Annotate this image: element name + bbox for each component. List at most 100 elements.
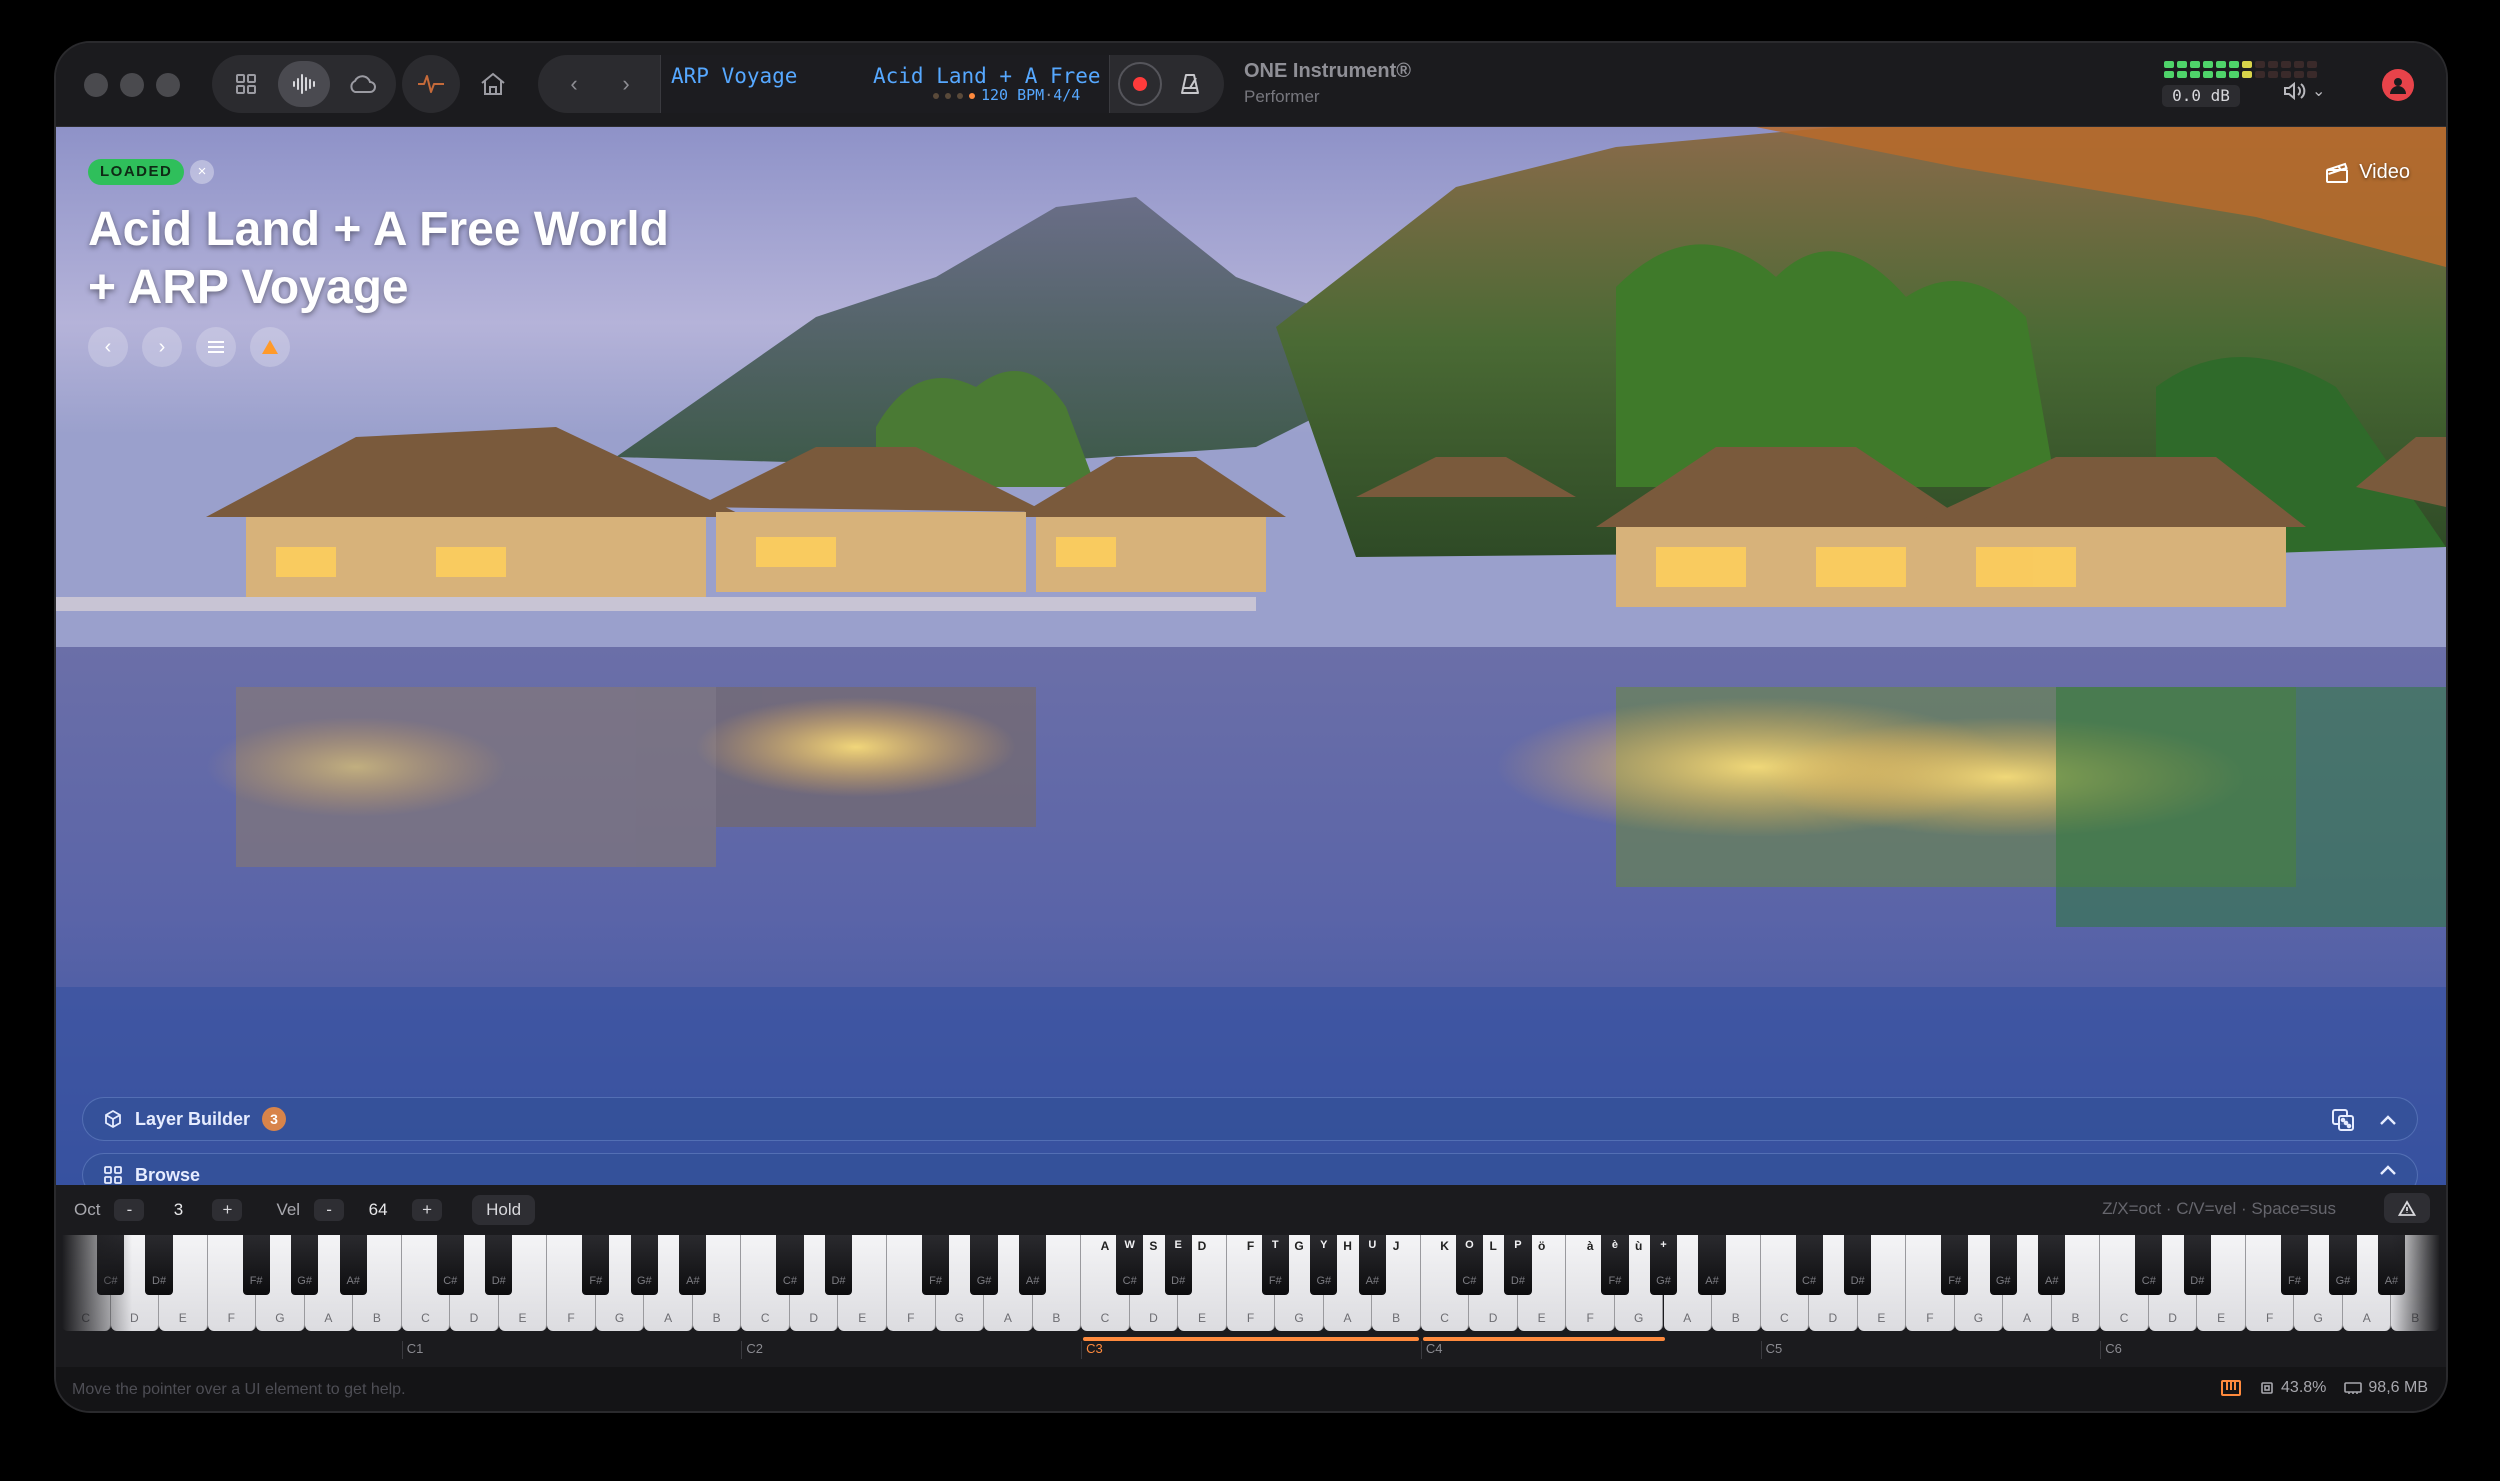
beat-indicator — [933, 93, 975, 99]
grid-view-button[interactable] — [220, 61, 272, 107]
cube-icon — [105, 1109, 121, 1129]
piano-key-A#4[interactable]: A# — [1698, 1235, 1726, 1295]
virtual-keyboard-panel: Oct - 3 + Vel - 64 + Hold Z/X=oct · C/V=… — [56, 1185, 2446, 1367]
piano-key-label: C — [1440, 1311, 1449, 1325]
chevron-left-icon: ‹ — [570, 71, 578, 96]
chevron-up-icon[interactable] — [2379, 1164, 2397, 1176]
piano-key-D#0[interactable]: D# — [145, 1235, 173, 1295]
master-volume-readout[interactable]: 0.0 dB — [2162, 85, 2240, 107]
piano-key-G#6[interactable]: G# — [2329, 1235, 2357, 1295]
piano-key-G#1[interactable]: G# — [630, 1235, 658, 1295]
piano-key-C#5[interactable]: C# — [1795, 1235, 1823, 1295]
piano-key-C#6[interactable]: C# — [2135, 1235, 2163, 1295]
piano-key-G#3[interactable]: G# Y — [1310, 1235, 1338, 1295]
piano-key-label: C — [1779, 1311, 1789, 1325]
keyboard-warning-button[interactable] — [2384, 1193, 2430, 1223]
account-button[interactable] — [2382, 69, 2414, 101]
piano-key-F#4[interactable]: F# è — [1601, 1235, 1629, 1295]
next-preset-button[interactable]: › — [598, 55, 654, 113]
piano-key-A#5[interactable]: A# — [2038, 1235, 2066, 1295]
dice-icon[interactable] — [2331, 1108, 2355, 1132]
hold-button[interactable]: Hold — [472, 1195, 536, 1225]
sliders-icon — [208, 341, 224, 353]
video-button[interactable]: Video — [2325, 161, 2410, 184]
piano-key-label: B — [1052, 1311, 1061, 1325]
piano-key-label: D# — [491, 1275, 506, 1287]
piano-key-label: F# — [1268, 1275, 1282, 1287]
piano-key-D#1[interactable]: D# — [485, 1235, 513, 1295]
computer-key-mapping: P — [1514, 1239, 1522, 1251]
piano-key-label: G — [2313, 1311, 2323, 1325]
piano-key-D#2[interactable]: D# — [824, 1235, 853, 1295]
piano-key-A#0[interactable]: A# — [339, 1235, 367, 1295]
audio-output-menu[interactable]: ⌄ — [2282, 81, 2325, 101]
hero-next-button[interactable]: › — [142, 327, 182, 367]
preset-display[interactable]: ARP Voyage Acid Land + A Free World + AR… — [660, 55, 1110, 113]
piano-key-label: G — [275, 1311, 285, 1325]
piano-icon[interactable] — [2221, 1380, 2242, 1396]
piano-key-A#3[interactable]: A# U — [1358, 1235, 1386, 1295]
layer-count-badge: 3 — [262, 1107, 287, 1131]
metronome-button[interactable] — [1168, 62, 1212, 106]
velocity-down-button[interactable]: - — [314, 1199, 345, 1221]
computer-key-mapping: W — [1124, 1239, 1135, 1251]
piano-key-D#6[interactable]: D# — [2183, 1235, 2211, 1295]
piano-key-label: F# — [1948, 1275, 1962, 1287]
piano-key-label: D — [1828, 1311, 1838, 1325]
prev-preset-button[interactable]: ‹ — [546, 55, 602, 113]
piano-key-label: E — [1877, 1311, 1886, 1325]
app-name: ONE Instrument® — [1244, 60, 1411, 82]
piano-key-F#1[interactable]: F# — [582, 1235, 610, 1295]
chevron-up-icon[interactable] — [2379, 1114, 2397, 1126]
piano-key-F#0[interactable]: F# — [242, 1235, 270, 1295]
piano-key-C#2[interactable]: C# — [776, 1235, 804, 1295]
octave-up-button[interactable]: + — [212, 1199, 243, 1221]
piano-key-label: C# — [2141, 1275, 2156, 1287]
piano-key-A#2[interactable]: A# — [1019, 1235, 1047, 1295]
computer-key-mapping: O — [1465, 1239, 1474, 1251]
record-button[interactable] — [1118, 62, 1162, 106]
octave-down-button[interactable]: - — [114, 1199, 145, 1221]
cloud-button[interactable] — [336, 61, 388, 107]
piano-key-G#2[interactable]: G# — [970, 1235, 998, 1295]
hero-prev-button[interactable]: ‹ — [88, 327, 128, 367]
preset-name-short: ARP Voyage — [671, 64, 798, 88]
piano-key-F#2[interactable]: F# — [921, 1235, 950, 1295]
piano-key-D#5[interactable]: D# — [1844, 1235, 1872, 1295]
chevron-right-icon: › — [622, 71, 630, 96]
piano-key-label: F — [907, 1311, 915, 1325]
waveform-view-button[interactable] — [278, 61, 330, 107]
piano-key-D#3[interactable]: D# E — [1164, 1235, 1192, 1295]
piano-key-label: A# — [346, 1275, 360, 1287]
piano-key-D#4[interactable]: D# P — [1504, 1235, 1532, 1295]
piano-key-F#3[interactable]: F# T — [1261, 1235, 1289, 1295]
piano-key-label: D — [1488, 1311, 1498, 1325]
preset-warning-button[interactable] — [250, 327, 290, 367]
piano-key-C#3[interactable]: C# W — [1116, 1235, 1144, 1295]
piano-key-F#5[interactable]: F# — [1941, 1235, 1969, 1295]
piano-key-C#4[interactable]: C# O — [1455, 1235, 1483, 1295]
velocity-up-button[interactable]: + — [412, 1199, 443, 1221]
piano-key-A#1[interactable]: A# — [679, 1235, 707, 1295]
minimize-window-button[interactable] — [120, 73, 144, 97]
piano-key-label: D — [809, 1311, 819, 1325]
piano-key-C#1[interactable]: C# — [436, 1235, 464, 1295]
unload-preset-button[interactable]: × — [190, 160, 214, 184]
activity-button[interactable] — [402, 55, 460, 113]
piano-key-label: F# — [929, 1275, 942, 1287]
piano-key-G#5[interactable]: G# — [1989, 1235, 2017, 1295]
zoom-window-button[interactable] — [156, 73, 180, 97]
layer-builder-bar[interactable]: Layer Builder 3 — [82, 1097, 2418, 1141]
piano-key-label: E — [1537, 1311, 1546, 1325]
piano-key-F#6[interactable]: F# — [2280, 1235, 2308, 1295]
piano-key-G#4[interactable]: G# + — [1649, 1235, 1678, 1295]
piano-key-label: E — [518, 1311, 527, 1325]
octave-value: 3 — [173, 1200, 184, 1219]
piano-key-label: F — [1586, 1311, 1594, 1325]
piano-key-G#0[interactable]: G# — [291, 1235, 319, 1295]
preset-menu-button[interactable] — [196, 327, 236, 367]
close-window-button[interactable] — [84, 73, 108, 97]
home-button[interactable] — [464, 55, 522, 113]
browse-bar[interactable]: Browse — [82, 1153, 2418, 1185]
keyboard-shortcut-hint: Z/X=oct · C/V=vel · Space=sus — [2102, 1199, 2336, 1218]
